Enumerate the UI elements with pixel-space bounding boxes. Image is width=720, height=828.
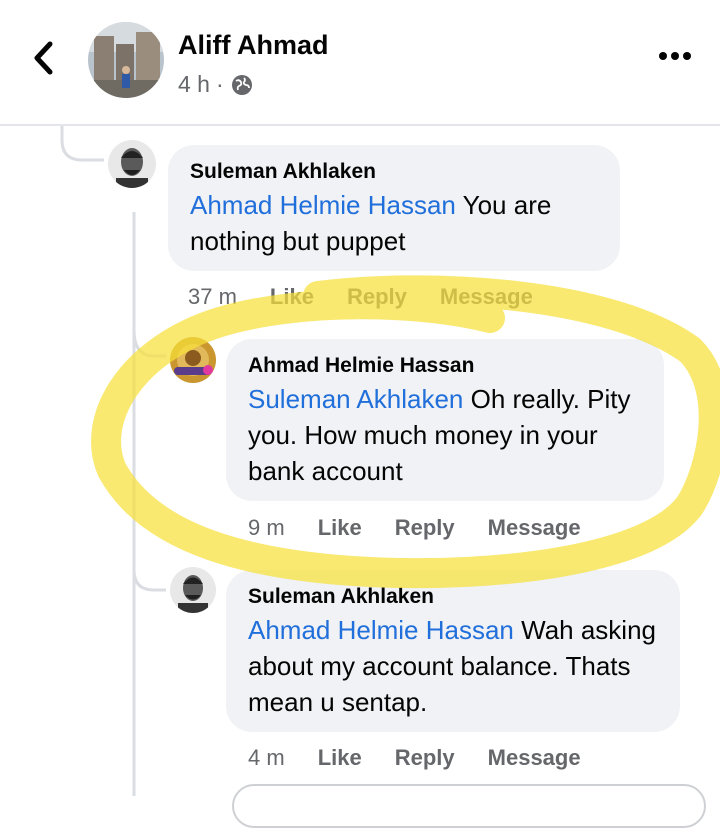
comment-actions: 4 m Like Reply Message <box>248 745 581 771</box>
reply-input-box[interactable] <box>232 784 706 828</box>
comment-time[interactable]: 9 m <box>248 515 285 541</box>
comment-text: Ahmad Helmie Hassan You are nothing but … <box>190 187 598 259</box>
comment-time[interactable]: 37 m <box>188 284 237 310</box>
post-time: 4 h <box>178 71 210 97</box>
comment-actions: 9 m Like Reply Message <box>248 515 581 541</box>
post-meta: 4 h · <box>178 71 254 98</box>
comment-text: Ahmad Helmie Hassan Wah asking about my … <box>248 612 658 720</box>
message-button[interactable]: Message <box>488 515 581 541</box>
comment-mention[interactable]: Ahmad Helmie Hassan <box>248 615 514 645</box>
commenter-avatar[interactable] <box>108 140 156 188</box>
comment-author[interactable]: Ahmad Helmie Hassan <box>248 351 642 381</box>
author-avatar[interactable] <box>88 22 164 98</box>
post-header: Aliff Ahmad 4 h · <box>0 0 720 126</box>
comment-mention[interactable]: Suleman Akhlaken <box>248 384 463 414</box>
comment-author[interactable]: Suleman Akhlaken <box>248 582 658 612</box>
message-button[interactable]: Message <box>488 745 581 771</box>
comment-text: Suleman Akhlaken Oh really. Pity you. Ho… <box>248 381 642 489</box>
comment-bubble[interactable]: Ahmad Helmie Hassan Suleman Akhlaken Oh … <box>226 339 664 501</box>
comment-time[interactable]: 4 m <box>248 745 285 771</box>
reply-button[interactable]: Reply <box>347 284 407 310</box>
comment-bubble[interactable]: Suleman Akhlaken Ahmad Helmie Hassan You… <box>168 145 620 271</box>
like-button[interactable]: Like <box>318 515 362 541</box>
globe-icon <box>231 74 252 95</box>
comment-author[interactable]: Suleman Akhlaken <box>190 157 598 187</box>
commenter-avatar[interactable] <box>170 337 216 383</box>
more-options-icon[interactable] <box>658 50 692 62</box>
message-button[interactable]: Message <box>440 284 533 310</box>
like-button[interactable]: Like <box>318 745 362 771</box>
reply-button[interactable]: Reply <box>395 515 455 541</box>
commenter-avatar[interactable] <box>170 567 216 613</box>
author-name[interactable]: Aliff Ahmad <box>178 30 329 61</box>
back-arrow-icon[interactable] <box>28 38 60 78</box>
comment-mention[interactable]: Ahmad Helmie Hassan <box>190 190 456 220</box>
meta-separator: · <box>215 71 224 97</box>
like-button[interactable]: Like <box>270 284 314 310</box>
comment-bubble[interactable]: Suleman Akhlaken Ahmad Helmie Hassan Wah… <box>226 570 680 732</box>
reply-button[interactable]: Reply <box>395 745 455 771</box>
comment-actions: 37 m Like Reply Message <box>188 284 533 310</box>
